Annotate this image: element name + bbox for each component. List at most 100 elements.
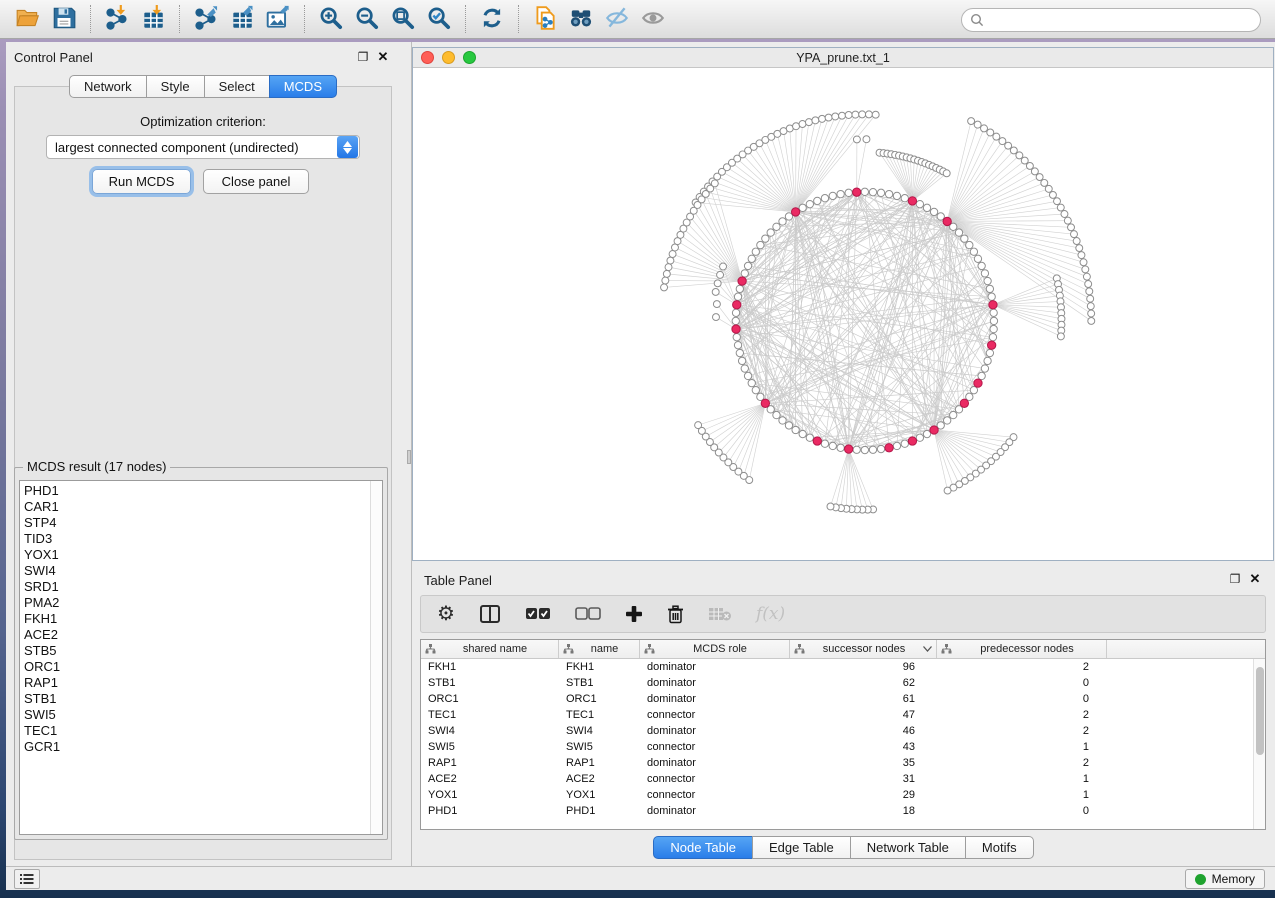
table-panel-float-button[interactable]: ❐ xyxy=(1228,572,1242,586)
column-header-shared-name[interactable]: shared name xyxy=(421,640,559,658)
search-input[interactable] xyxy=(984,10,1260,30)
mcds-list-scrollbar[interactable] xyxy=(370,481,382,834)
table-tabs: Node TableEdge TableNetwork TableMotifs xyxy=(412,836,1275,859)
table-row[interactable]: STB1STB1dominator620 xyxy=(421,675,1265,691)
plus-icon xyxy=(625,605,643,623)
mcds-node-item[interactable]: SWI5 xyxy=(24,707,366,723)
tab-network-table[interactable]: Network Table xyxy=(850,836,966,859)
table-row[interactable]: SWI5SWI5connector431 xyxy=(421,739,1265,755)
tab-mcds[interactable]: MCDS xyxy=(269,75,337,98)
column-header-predecessor-nodes[interactable]: predecessor nodes xyxy=(937,640,1107,658)
task-history-button[interactable] xyxy=(14,869,40,889)
column-header-MCDS-role[interactable]: MCDS role xyxy=(640,640,790,658)
open-file-button[interactable] xyxy=(10,3,46,35)
search-network-icon xyxy=(567,5,595,34)
mcds-node-item[interactable]: STP4 xyxy=(24,515,366,531)
memory-button[interactable]: Memory xyxy=(1185,869,1265,889)
add-column-button[interactable] xyxy=(625,599,643,629)
table-cell: connector xyxy=(640,709,790,721)
save-session-button[interactable] xyxy=(46,3,82,35)
import-table-button[interactable] xyxy=(135,3,171,35)
zoom-in-button[interactable] xyxy=(313,3,349,35)
table-cell: FKH1 xyxy=(559,661,640,673)
column-header-successor-nodes[interactable]: successor nodes xyxy=(790,640,937,658)
table-cell: connector xyxy=(640,789,790,801)
tab-node-table[interactable]: Node Table xyxy=(653,836,753,859)
mcds-node-item[interactable]: ORC1 xyxy=(24,659,366,675)
table-row[interactable]: RAP1RAP1dominator352 xyxy=(421,755,1265,771)
mcds-node-item[interactable]: SWI4 xyxy=(24,563,366,579)
table-row[interactable]: SWI4SWI4dominator462 xyxy=(421,723,1265,739)
tab-edge-table[interactable]: Edge Table xyxy=(752,836,851,859)
import-network-button[interactable] xyxy=(99,3,135,35)
zoom-selected-button[interactable] xyxy=(421,3,457,35)
table-scrollbar[interactable] xyxy=(1253,659,1265,829)
table-panel-close-button[interactable]: ✕ xyxy=(1248,571,1262,587)
mcds-node-item[interactable]: YOX1 xyxy=(24,547,366,563)
table-cell: SWI4 xyxy=(559,725,640,737)
zoom-out-button[interactable] xyxy=(349,3,385,35)
mcds-node-item[interactable]: RAP1 xyxy=(24,675,366,691)
table-row[interactable]: FKH1FKH1dominator962 xyxy=(421,659,1265,675)
show-graphics-details-button[interactable] xyxy=(635,3,671,35)
import-table-icon xyxy=(139,5,167,34)
run-mcds-button[interactable]: Run MCDS xyxy=(92,169,191,194)
column-header-filler xyxy=(1107,640,1265,658)
export-image-button[interactable] xyxy=(260,3,296,35)
table-settings-button[interactable]: ⚙ xyxy=(437,599,455,629)
network-canvas[interactable] xyxy=(413,68,1273,560)
table-cell: YOX1 xyxy=(559,789,640,801)
refresh-view-button[interactable] xyxy=(474,3,510,35)
table-row[interactable]: YOX1YOX1connector291 xyxy=(421,787,1265,803)
table-cell: 2 xyxy=(937,757,1107,769)
tab-network[interactable]: Network xyxy=(69,75,147,98)
mcds-node-item[interactable]: PMA2 xyxy=(24,595,366,611)
table-row[interactable]: ORC1ORC1dominator610 xyxy=(421,691,1265,707)
zoom-out-icon xyxy=(354,5,380,34)
search-box[interactable] xyxy=(961,8,1261,32)
table-row[interactable]: TEC1TEC1connector472 xyxy=(421,707,1265,723)
close-panel-button[interactable]: Close panel xyxy=(203,169,309,194)
table-row[interactable]: ACE2ACE2connector311 xyxy=(421,771,1265,787)
deselect-all-button[interactable] xyxy=(575,599,601,629)
tab-select[interactable]: Select xyxy=(204,75,270,98)
mcds-node-item[interactable]: ACE2 xyxy=(24,627,366,643)
mcds-node-item[interactable]: TEC1 xyxy=(24,723,366,739)
mcds-result-items: PHD1CAR1STP4TID3YOX1SWI4SRD1PMA2FKH1ACE2… xyxy=(24,483,366,755)
mcds-node-item[interactable]: TID3 xyxy=(24,531,366,547)
mcds-node-item[interactable]: PHD1 xyxy=(24,483,366,499)
mcds-node-item[interactable]: FKH1 xyxy=(24,611,366,627)
network-graph[interactable] xyxy=(413,68,1273,560)
export-network-button[interactable] xyxy=(188,3,224,35)
divider-handle-icon[interactable] xyxy=(407,450,411,464)
table-scrollbar-thumb[interactable] xyxy=(1256,667,1264,755)
column-header-name[interactable]: name xyxy=(559,640,640,658)
app-main: Control Panel ❐ ✕ NetworkStyleSelectMCDS… xyxy=(6,42,1275,890)
table-row[interactable]: PHD1PHD1dominator180 xyxy=(421,803,1265,819)
tab-motifs[interactable]: Motifs xyxy=(965,836,1034,859)
select-all-icon xyxy=(525,607,551,621)
column-type-icon xyxy=(563,644,574,654)
zoom-fit-button[interactable] xyxy=(385,3,421,35)
table-cell: ACE2 xyxy=(559,773,640,785)
mcds-result-list[interactable]: PHD1CAR1STP4TID3YOX1SWI4SRD1PMA2FKH1ACE2… xyxy=(19,480,383,835)
export-table-button[interactable] xyxy=(224,3,260,35)
search-network-button[interactable] xyxy=(563,3,599,35)
dropdown-stepper-icon xyxy=(337,136,358,158)
network-frame-titlebar[interactable]: YPA_prune.txt_1 xyxy=(413,48,1273,68)
hide-graphics-details-button[interactable] xyxy=(599,3,635,35)
clone-network-button[interactable] xyxy=(527,3,563,35)
criterion-dropdown[interactable]: largest connected component (undirected) xyxy=(46,135,360,159)
split-panel-button[interactable] xyxy=(479,599,501,629)
control-panel-close-button[interactable]: ✕ xyxy=(376,49,390,65)
node-table[interactable]: shared namenameMCDS rolesuccessor nodesp… xyxy=(420,639,1266,830)
mcds-node-item[interactable]: STB5 xyxy=(24,643,366,659)
mcds-node-item[interactable]: GCR1 xyxy=(24,739,366,755)
control-panel-float-button[interactable]: ❐ xyxy=(356,50,370,64)
select-all-button[interactable] xyxy=(525,599,551,629)
mcds-node-item[interactable]: STB1 xyxy=(24,691,366,707)
mcds-node-item[interactable]: CAR1 xyxy=(24,499,366,515)
delete-column-button[interactable] xyxy=(667,599,684,629)
mcds-node-item[interactable]: SRD1 xyxy=(24,579,366,595)
tab-style[interactable]: Style xyxy=(146,75,205,98)
